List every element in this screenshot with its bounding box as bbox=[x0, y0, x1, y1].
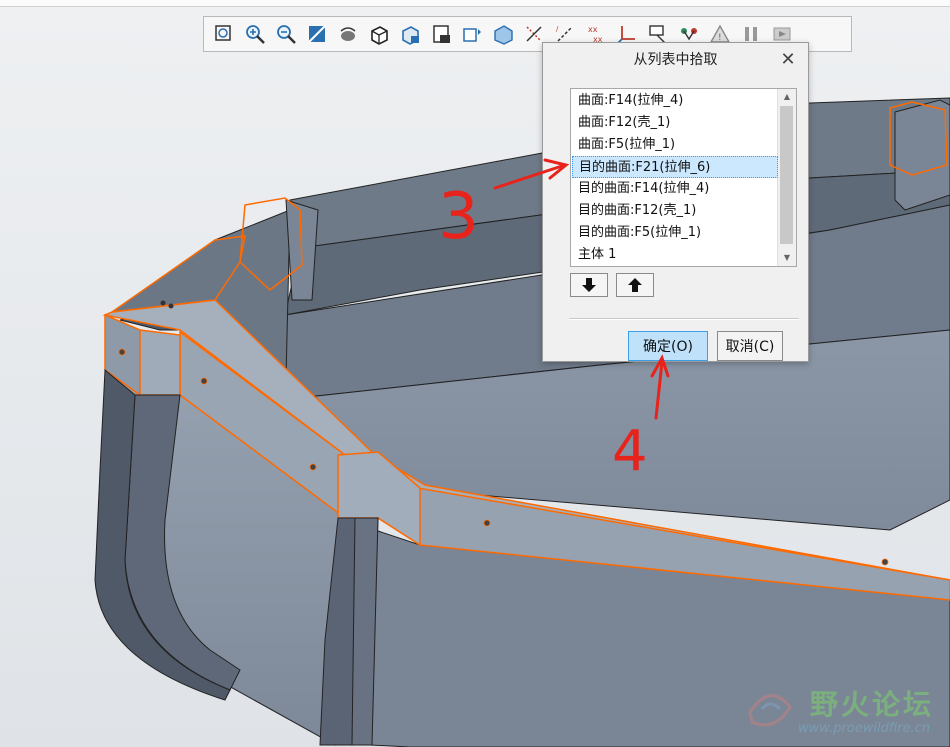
watermark-url: www.proewildfire.cn bbox=[798, 721, 931, 736]
watermark: 野火论坛 www.proewildfire.cn bbox=[740, 681, 945, 743]
annotation-step-3: 3 bbox=[438, 180, 479, 254]
annotation-step-4: 4 bbox=[612, 419, 648, 484]
annotation-arrow-4 bbox=[650, 354, 670, 420]
annotations: 3 4 bbox=[438, 158, 670, 484]
watermark-title: 野火论坛 bbox=[810, 688, 935, 721]
graphics-window[interactable]: / xx xx! 从列表中拾取 ✕ ▲ ▼ 曲面:F14(拉伸_4) 曲面:F12(壳… bbox=[0, 0, 950, 747]
annotation-arrow-3 bbox=[493, 158, 570, 190]
watermark-logo-icon bbox=[748, 694, 792, 727]
